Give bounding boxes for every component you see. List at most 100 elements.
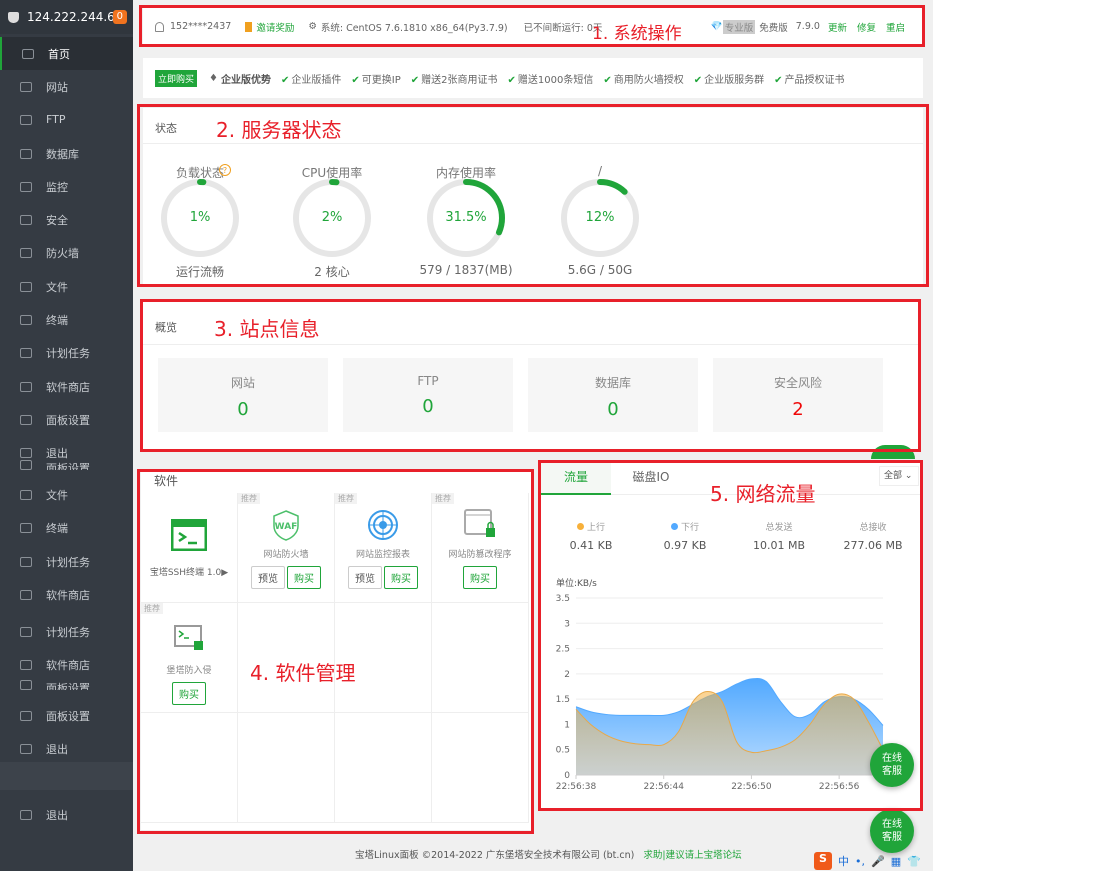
software-empty-slot — [335, 713, 432, 823]
software-name: 网站监控报表 — [355, 550, 410, 560]
repair-link[interactable]: 修复 — [857, 20, 876, 34]
annotation-label-4: 4. 软件管理 — [250, 661, 356, 685]
overview-card-label: FTP — [417, 374, 439, 388]
promo-feature: ✔ 企业版服务群 — [694, 71, 764, 86]
software-item[interactable]: 宝塔SSH终端 1.0▶ — [141, 493, 238, 603]
gauge-footer: 运行流畅 — [175, 265, 224, 279]
check-icon: ✔ — [774, 74, 783, 86]
recommended-tag: 推荐 — [335, 493, 357, 504]
sidebar-item[interactable]: 首页 — [0, 37, 133, 70]
sidebar-item[interactable]: 安全 — [0, 203, 133, 236]
sidebar-item[interactable]: 计划任务 — [0, 336, 133, 369]
recommended-tag: 推荐 — [432, 493, 454, 504]
buy-button[interactable]: 购买 — [287, 566, 321, 589]
sidebar-item-label: 面板设置 — [46, 682, 90, 690]
user-account[interactable]: 152****2437 — [170, 21, 231, 32]
terminal-icon — [20, 314, 32, 325]
locked-window-icon — [432, 509, 528, 543]
database-icon — [20, 148, 32, 159]
software-item[interactable]: 推荐 WAF 网站防火墙 预览 购买 — [238, 493, 335, 603]
sidebar-item[interactable]: 退出 — [0, 732, 133, 765]
sidebar-item[interactable]: 监控 — [0, 170, 133, 203]
user-icon — [155, 21, 164, 32]
overview-card[interactable]: 数据库 0 — [528, 358, 698, 432]
locked-terminal-icon — [141, 625, 237, 659]
check-icon: ✔ — [693, 74, 703, 86]
y-tick-label: 3 — [564, 619, 570, 629]
sidebar-item[interactable]: 文件 — [0, 270, 133, 303]
annotation-label-3: 3. 站点信息 — [214, 317, 320, 341]
support-label-1: 在线 — [882, 819, 902, 830]
invite-link[interactable]: 邀请奖励 — [256, 20, 294, 34]
software-item[interactable]: 推荐网站监控报表预览 购买 — [335, 493, 432, 603]
sidebar-item[interactable]: 终端 — [0, 511, 133, 544]
overview-title: 概览 — [155, 321, 177, 334]
sidebar-item[interactable]: 面板设置 — [0, 460, 133, 470]
overview-card[interactable]: FTP 0 — [343, 358, 513, 432]
sidebar-item[interactable]: 软件商店 — [0, 370, 133, 403]
sidebar-item[interactable]: 终端 — [0, 303, 133, 336]
y-axis-unit: 单位:KB/s — [556, 577, 597, 589]
software-name: 网站防篡改程序 — [448, 550, 512, 560]
ime-chinese-icon: 中 — [838, 855, 849, 868]
help-icon[interactable]: ? — [219, 164, 231, 176]
promo-feature-label: 赠送1000条短信 — [517, 74, 594, 86]
sidebar-item[interactable]: 防火墙 — [0, 236, 133, 269]
software-empty-slot — [238, 713, 335, 823]
apps-icon — [20, 589, 32, 600]
buy-now-button[interactable]: 立即购买 — [155, 69, 198, 87]
online-support-button[interactable]: 在线 客服 — [870, 743, 914, 787]
calendar-icon — [20, 347, 32, 358]
promo-feature: ✔ 产品授权证书 — [774, 71, 844, 86]
sidebar-item[interactable]: 计划任务 — [0, 545, 133, 578]
restart-link[interactable]: 重启 — [886, 20, 905, 34]
overview-card[interactable]: 安全风险 2 — [713, 358, 883, 432]
diamond-icon: 💎 — [710, 21, 723, 32]
software-item[interactable]: 推荐 堡塔防入侵 购买 — [141, 603, 238, 713]
sidebar-item[interactable]: 面板设置 — [0, 680, 133, 690]
overview-card-value: 0 — [422, 396, 434, 417]
sidebar-item-label: 面板设置 — [46, 462, 90, 470]
shield-icon — [20, 214, 32, 225]
buy-button[interactable]: 购买 — [384, 566, 418, 589]
sidebar-item[interactable]: 软件商店 — [0, 578, 133, 611]
preview-button[interactable]: 预览 — [251, 566, 285, 589]
sidebar-item[interactable]: 网站 — [0, 70, 133, 103]
sidebar-item[interactable]: 面板设置 — [0, 699, 133, 732]
ime-toolbar[interactable]: S 中 •, 🎤 ▦ 👕 — [814, 851, 926, 871]
forum-link[interactable]: 求助|建议请上宝塔论坛 — [643, 850, 741, 861]
notification-badge[interactable]: 0 — [112, 10, 127, 24]
sidebar-item[interactable]: FTP — [0, 103, 133, 136]
monitor-icon — [20, 181, 32, 192]
pro-badge[interactable]: 专业版 — [722, 19, 756, 34]
status-title: 状态 — [155, 122, 177, 135]
update-link[interactable]: 更新 — [828, 20, 847, 34]
buy-button[interactable]: 购买 — [463, 566, 497, 589]
ime-punct-icon: •, — [855, 854, 865, 868]
software-title: 软件 — [154, 474, 179, 488]
apps-icon — [20, 659, 32, 670]
promo-feature-label: 商用防火墙授权 — [613, 74, 684, 86]
online-support-button-2[interactable]: 在线 客服 — [870, 809, 914, 853]
sidebar-item[interactable]: 数据库 — [0, 137, 133, 170]
sidebar-item-label: 安全 — [46, 213, 68, 227]
sidebar-item[interactable]: 面板设置 — [0, 403, 133, 436]
gauge-value: 31.5% — [445, 210, 487, 225]
buy-button[interactable]: 购买 — [172, 682, 206, 705]
overview-card[interactable]: 网站 0 — [158, 358, 328, 432]
sidebar-item[interactable]: 软件商店 — [0, 648, 133, 681]
calendar-icon — [20, 556, 32, 567]
sidebar-item[interactable]: 退出 — [0, 798, 133, 831]
software-item[interactable]: 推荐网站防篡改程序购买 — [432, 493, 529, 603]
sidebar-item-label: 计划任务 — [46, 625, 90, 639]
sidebar-item[interactable]: 文件 — [0, 478, 133, 511]
preview-button[interactable]: 预览 — [348, 566, 382, 589]
promo-feature-label: 可更换IP — [361, 74, 401, 86]
overview-card-label: 网站 — [230, 376, 255, 390]
chat-button-partial[interactable] — [871, 445, 915, 459]
sidebar-item-label: 软件商店 — [46, 658, 90, 672]
sidebar-item[interactable]: 计划任务 — [0, 615, 133, 648]
sidebar-item-label: 文件 — [46, 488, 68, 502]
promo-feature-label: 企业版服务群 — [704, 74, 765, 86]
sidebar-item-label: 退出 — [46, 808, 68, 822]
